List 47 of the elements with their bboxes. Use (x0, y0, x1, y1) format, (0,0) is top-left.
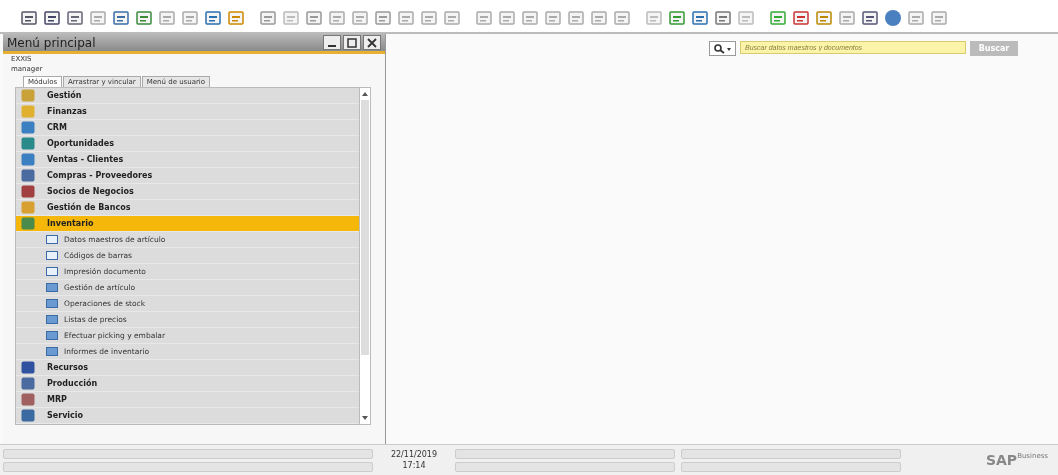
scroll-down-icon (361, 415, 369, 421)
scroll-thumb[interactable] (361, 100, 369, 355)
module-icon (21, 201, 35, 214)
folder-icon (46, 283, 58, 292)
module-item[interactable]: CRM (16, 120, 359, 136)
close-icon (367, 37, 377, 48)
module-icon (21, 169, 35, 182)
module-icon (21, 361, 35, 374)
scrollbar[interactable] (359, 88, 370, 424)
status-time: 17:14 (402, 461, 426, 470)
module-item[interactable]: Oportunidades (16, 136, 359, 152)
minimize-button[interactable] (323, 35, 341, 50)
maximize-button[interactable] (343, 35, 361, 50)
folder-icon (46, 347, 58, 356)
module-item[interactable]: Finanzas (16, 104, 359, 120)
maximize-icon (347, 37, 357, 48)
help-icon[interactable] (884, 9, 902, 27)
search-options-button[interactable] (709, 41, 736, 56)
module-item[interactable]: Ventas - Clientes (16, 152, 359, 168)
module-icon (21, 89, 35, 102)
module-item[interactable]: Gestión (16, 88, 359, 104)
folder-icon (46, 315, 58, 324)
close-button[interactable] (363, 35, 381, 50)
window-title: Menú principal (7, 35, 96, 50)
module-item[interactable]: Compras - Proveedores (16, 168, 359, 184)
folder-icon (46, 331, 58, 340)
scroll-up-icon (361, 91, 369, 97)
minimize-icon (328, 44, 336, 47)
search-icon (713, 43, 732, 54)
module-item[interactable]: Producción (16, 376, 359, 392)
status-date: 22/11/2019 (390, 450, 438, 459)
module-icon (21, 105, 35, 118)
module-icon (21, 217, 35, 230)
module-item[interactable]: Gestión de Bancos (16, 200, 359, 216)
module-icon (21, 153, 35, 166)
module-icon (21, 185, 35, 198)
module-item[interactable]: MRP (16, 392, 359, 408)
module-icon (21, 409, 35, 422)
module-icon (21, 137, 35, 150)
module-item[interactable]: Servicio (16, 408, 359, 424)
folder-icon (46, 299, 58, 308)
module-item[interactable]: Inventario (16, 216, 359, 232)
module-icon (21, 393, 35, 406)
module-icon (21, 121, 35, 134)
module-icon (21, 377, 35, 390)
module-item[interactable]: Socios de Negocios (16, 184, 359, 200)
module-item[interactable]: Recursos (16, 360, 359, 376)
